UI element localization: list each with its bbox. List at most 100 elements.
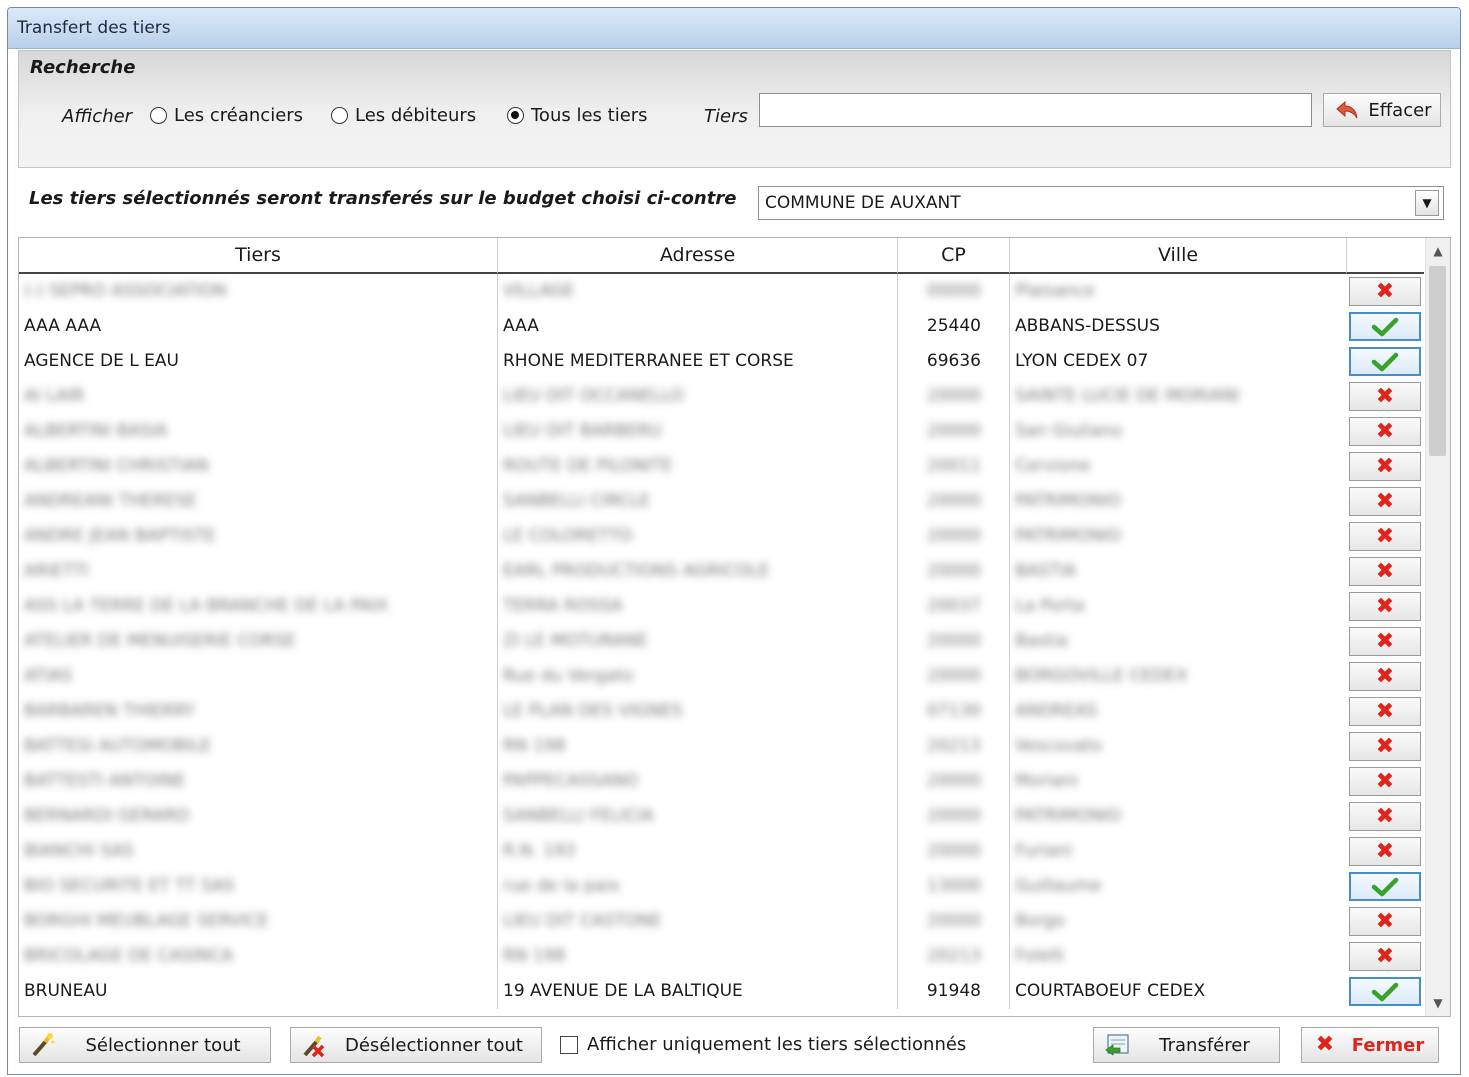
table-row[interactable]: (-) SEPRO ASSOCIATION VILLAGE 00000 Plaisan… <box>19 274 1424 309</box>
cell-tiers: ASS LA TERRE DE LA BRANCHE DE LA PAIX <box>19 589 498 624</box>
table-row[interactable]: BARBAREN THIERRY LE PLAN DES VIGNES 07130 A… <box>19 694 1424 729</box>
close-button[interactable]: ✖ Fermer <box>1301 1027 1439 1063</box>
cell-tiers: (-) SEPRO ASSOCIATION <box>19 274 498 309</box>
dropdown-arrow-icon[interactable]: ▼ <box>1415 190 1439 216</box>
table-row[interactable]: ANDRE JEAN BAPTISTE LE COLORETTO 20000 PATR… <box>19 519 1424 554</box>
transfer-button[interactable]: Transférer <box>1093 1027 1280 1063</box>
cell-adresse: RN 198 <box>498 729 898 764</box>
row-unselected-toggle[interactable]: ✖ <box>1349 697 1421 726</box>
row-unselected-toggle[interactable]: ✖ <box>1349 452 1421 481</box>
cell-cp-text: 20000 <box>926 526 981 546</box>
cell-cp: 20000 <box>898 834 1010 869</box>
table-row[interactable]: AI LAIR LIEU DIT OCCANELLO 20000 SAINTE LUC… <box>19 379 1424 414</box>
table-row[interactable]: ALBERTINI BASIA LIEU DIT BARBERU 20000 San … <box>19 414 1424 449</box>
only-selected-box[interactable] <box>560 1035 578 1054</box>
search-panel: Recherche Afficher Les créanciers Les dé… <box>18 50 1451 168</box>
row-unselected-toggle[interactable]: ✖ <box>1349 837 1421 866</box>
radio-creanciers-label: Les créanciers <box>174 105 304 126</box>
row-unselected-toggle[interactable]: ✖ <box>1349 767 1421 796</box>
row-unselected-toggle[interactable]: ✖ <box>1349 802 1421 831</box>
cell-adresse: LE PLAN DES VIGNES <box>498 694 898 729</box>
row-unselected-toggle[interactable]: ✖ <box>1349 277 1421 306</box>
row-unselected-toggle[interactable]: ✖ <box>1349 907 1421 936</box>
column-header-tiers[interactable]: Tiers <box>19 238 498 274</box>
cell-cp-text: 20000 <box>926 666 981 686</box>
table-row[interactable]: BRICOLAGE DE CASINCA RN 198 20213 Folelli ✖ <box>19 939 1424 974</box>
table-row[interactable]: ANDREANI THERESE SANBELLI CIRCLE 20000 PATR… <box>19 484 1424 519</box>
table-row[interactable]: AAA AAA AAA 25440 ABBANS-DESSUS <box>19 309 1424 344</box>
scroll-thumb[interactable] <box>1429 266 1446 456</box>
table-row[interactable]: AGENCE DE L EAU RHONE MEDITERRANEE ET COR… <box>19 344 1424 379</box>
row-unselected-toggle[interactable]: ✖ <box>1349 522 1421 551</box>
undo-arrow-icon <box>1334 97 1360 123</box>
row-unselected-toggle[interactable]: ✖ <box>1349 942 1421 971</box>
table-row[interactable]: BIANCHI SAS R.N. 193 20000 Furiani ✖ <box>19 834 1424 869</box>
cell-ville-text: Borgo <box>1015 911 1065 931</box>
table-row[interactable]: ATELIER DE MENUISERIE CORSE ZI LE MOTURAN… <box>19 624 1424 659</box>
row-unselected-toggle[interactable]: ✖ <box>1349 627 1421 656</box>
cell-ville-text: Folelli <box>1015 946 1064 966</box>
column-header-ville[interactable]: Ville <box>1010 238 1347 274</box>
only-selected-checkbox[interactable]: Afficher uniquement les tiers sélectionn… <box>560 1034 966 1055</box>
cell-cp-text: 25440 <box>926 316 981 336</box>
show-label: Afficher <box>62 106 133 127</box>
radio-tous-les-tiers[interactable]: Tous les tiers <box>507 105 648 126</box>
select-all-button[interactable]: Sélectionner tout <box>19 1027 271 1063</box>
table-row[interactable]: BERNARDI GERARD SANBELLI FELICIA 20000 PATR… <box>19 799 1424 834</box>
deselect-all-button[interactable]: Désélectionner tout <box>290 1027 542 1063</box>
cell-tiers: ATELIER DE MENUISERIE CORSE <box>19 624 498 659</box>
cell-cp-text: 20000 <box>926 771 981 791</box>
red-cross-icon: ✖ <box>1375 943 1395 969</box>
table-row[interactable]: BORGHI MEUBLAGE SERVICE LIEU DIT CASTONE 2… <box>19 904 1424 939</box>
vertical-scrollbar[interactable]: ▲ ▼ <box>1425 238 1450 1016</box>
cell-tiers: ATIAS <box>19 659 498 694</box>
tiers-search-input[interactable] <box>759 93 1312 127</box>
cell-cp-text: 20000 <box>926 421 981 441</box>
red-cross-icon: ✖ <box>1375 803 1395 829</box>
scroll-down-icon[interactable]: ▼ <box>1426 992 1450 1014</box>
cell-adresse: 19 AVENUE DE LA BALTIQUE <box>498 974 898 1009</box>
cell-ville: Folelli <box>1010 939 1347 974</box>
row-selected-toggle[interactable] <box>1349 872 1421 901</box>
cell-cp: 20000 <box>898 904 1010 939</box>
radio-tous-les-tiers-dot[interactable] <box>507 107 524 124</box>
row-unselected-toggle[interactable]: ✖ <box>1349 557 1421 586</box>
red-cross-icon: ✖ <box>1375 733 1395 759</box>
table-row[interactable]: BATTESI AUTOMOBILE RN 198 20213 Vescovato ✖ <box>19 729 1424 764</box>
clear-button[interactable]: Effacer <box>1323 93 1441 127</box>
cell-ville-text: SAINTE LUCIE DE MORIANI <box>1015 386 1240 406</box>
cell-cp: 20011 <box>898 449 1010 484</box>
row-unselected-toggle[interactable]: ✖ <box>1349 417 1421 446</box>
table-row[interactable]: ALBERTINI CHRISTIAN ROUTE DE PILONITE 2001… <box>19 449 1424 484</box>
row-unselected-toggle[interactable]: ✖ <box>1349 487 1421 516</box>
title-bar: Transfert des tiers <box>8 8 1460 49</box>
row-unselected-toggle[interactable]: ✖ <box>1349 592 1421 621</box>
column-header-cp[interactable]: CP <box>898 238 1010 274</box>
cell-cp: 69636 <box>898 344 1010 379</box>
column-header-adresse[interactable]: Adresse <box>498 238 898 274</box>
budget-select[interactable]: COMMUNE DE AUXANT ▼ <box>758 186 1444 220</box>
row-unselected-toggle[interactable]: ✖ <box>1349 662 1421 691</box>
row-unselected-toggle[interactable]: ✖ <box>1349 382 1421 411</box>
radio-debiteurs-dot[interactable] <box>331 107 348 124</box>
cell-ville: San Giuliano <box>1010 414 1347 449</box>
cell-ville: PATRIMONIO <box>1010 519 1347 554</box>
table-row[interactable]: BATTESTI ANTOINE PAPPECASSANO 20000 Moriani… <box>19 764 1424 799</box>
table-row[interactable]: ATIAS Rue du Vergato 20000 BORGOVILLE CEDEX… <box>19 659 1424 694</box>
row-unselected-toggle[interactable]: ✖ <box>1349 732 1421 761</box>
cell-adresse: TERRA ROSSA <box>498 589 898 624</box>
cell-adresse: R.N. 193 <box>498 834 898 869</box>
radio-debiteurs[interactable]: Les débiteurs <box>331 105 476 126</box>
table-row[interactable]: BIO SECURITE ET TT SAS rue de la paix 1300… <box>19 869 1424 904</box>
table-row[interactable]: ASS LA TERRE DE LA BRANCHE DE LA PAIX TER… <box>19 589 1424 624</box>
cell-tiers-text: ANDRE JEAN BAPTISTE <box>24 526 216 546</box>
row-selected-toggle[interactable] <box>1349 347 1421 376</box>
radio-creanciers[interactable]: Les créanciers <box>150 105 303 126</box>
radio-creanciers-dot[interactable] <box>150 107 167 124</box>
row-selected-toggle[interactable] <box>1349 977 1421 1006</box>
cell-tiers-text: ATIAS <box>24 666 73 686</box>
table-row[interactable]: ARIETTI EARL PRODUCTIONS AGRICOLE 20000 BAS… <box>19 554 1424 589</box>
table-row[interactable]: BRUNEAU 19 AVENUE DE LA BALTIQUE 91948 COUR… <box>19 974 1424 1009</box>
row-selected-toggle[interactable] <box>1349 312 1421 341</box>
scroll-up-icon[interactable]: ▲ <box>1426 240 1450 262</box>
